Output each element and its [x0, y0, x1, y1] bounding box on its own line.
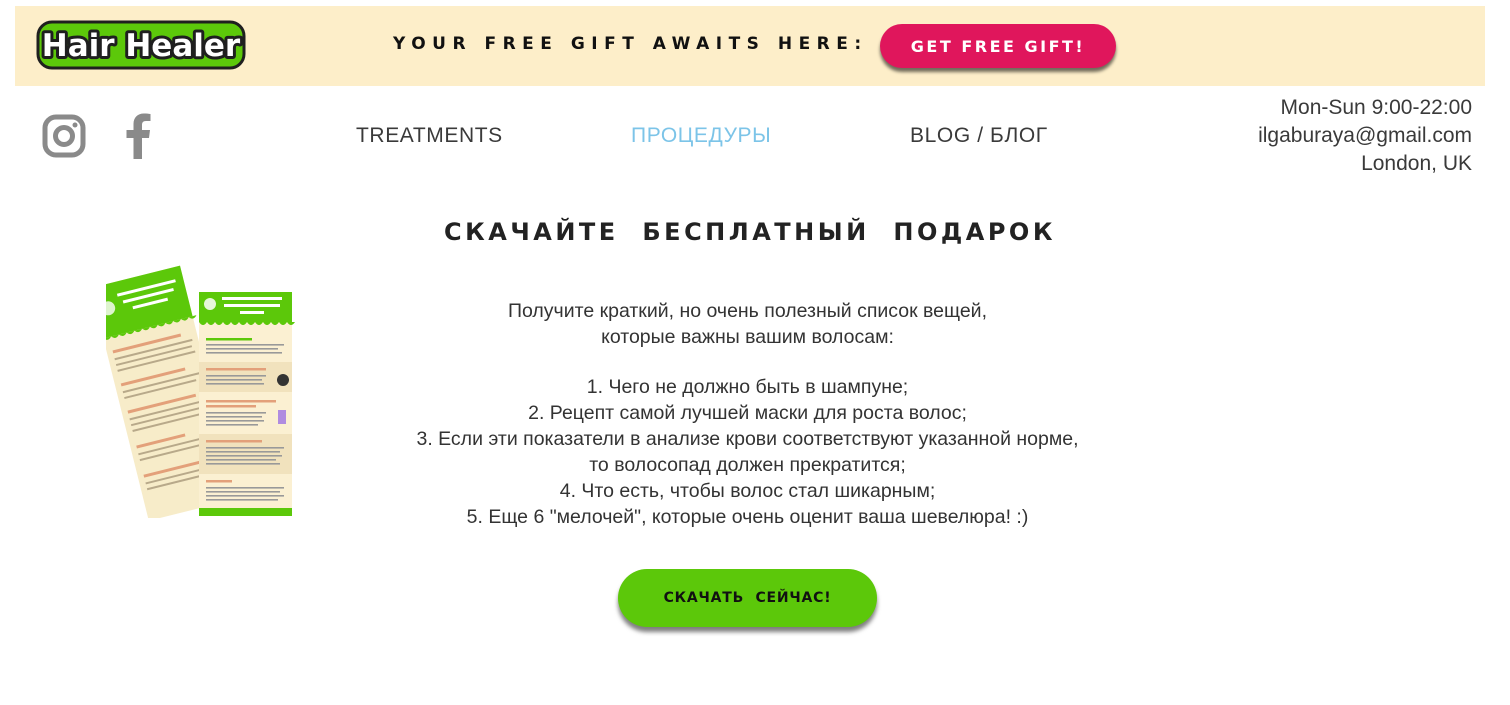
list-item: 3. Если эти показатели в анализе крови с… [416, 428, 1079, 450]
intro-line: которые важны вашим волосам: [601, 326, 894, 348]
list-item: 4. Что есть, чтобы волос стал шикарным; [559, 480, 936, 502]
get-free-gift-button[interactable]: GET FREE GIFT! [880, 24, 1116, 68]
opening-hours: Mon-Sun 9:00-22:00 [1280, 96, 1472, 119]
nav-treatments[interactable]: TREATMENTS [356, 124, 503, 148]
gift-booklet-image [90, 262, 298, 521]
nav-procedures[interactable]: ПРОЦЕДУРЫ [631, 124, 771, 148]
contact-email[interactable]: ilgaburaya@gmail.com [1258, 122, 1472, 150]
free-gift-text: YOUR FREE GIFT AWAITS HERE: [393, 34, 868, 54]
hair-healer-logo[interactable]: Hair Healer Hair Healer [35, 18, 247, 72]
nav-blog[interactable]: BLOG / БЛОГ [910, 124, 1048, 148]
gift-description: Получите краткий, но очень полезный спис… [300, 298, 1195, 350]
gift-contents-list: 1. Чего не должно быть в шампуне; 2. Рец… [300, 374, 1195, 530]
download-now-button[interactable]: СКАЧАТЬ СЕЙЧАС! [618, 569, 877, 627]
logo-text: Hair Healer [42, 28, 241, 64]
page-title: СКАЧАЙТЕ БЕСПЛАТНЫЙ ПОДАРОК [444, 218, 1056, 246]
list-item: 2. Рецепт самой лучшей маски для роста в… [528, 402, 967, 424]
facebook-icon[interactable] [124, 113, 152, 159]
contact-info: Mon-Sun 9:00-22:00 ilgaburaya@gmail.com … [1258, 94, 1472, 178]
list-item: то волосопад должен прекратится; [589, 454, 906, 476]
list-item: 5. Еще 6 "мелочей", которые очень оценит… [466, 506, 1029, 528]
list-item: 1. Чего не должно быть в шампуне; [586, 376, 909, 398]
location: London, UK [1361, 152, 1472, 175]
instagram-icon[interactable] [42, 114, 86, 158]
promo-banner: Hair Healer Hair Healer YOUR FREE GIFT A… [15, 6, 1485, 86]
intro-line: Получите краткий, но очень полезный спис… [508, 300, 987, 322]
